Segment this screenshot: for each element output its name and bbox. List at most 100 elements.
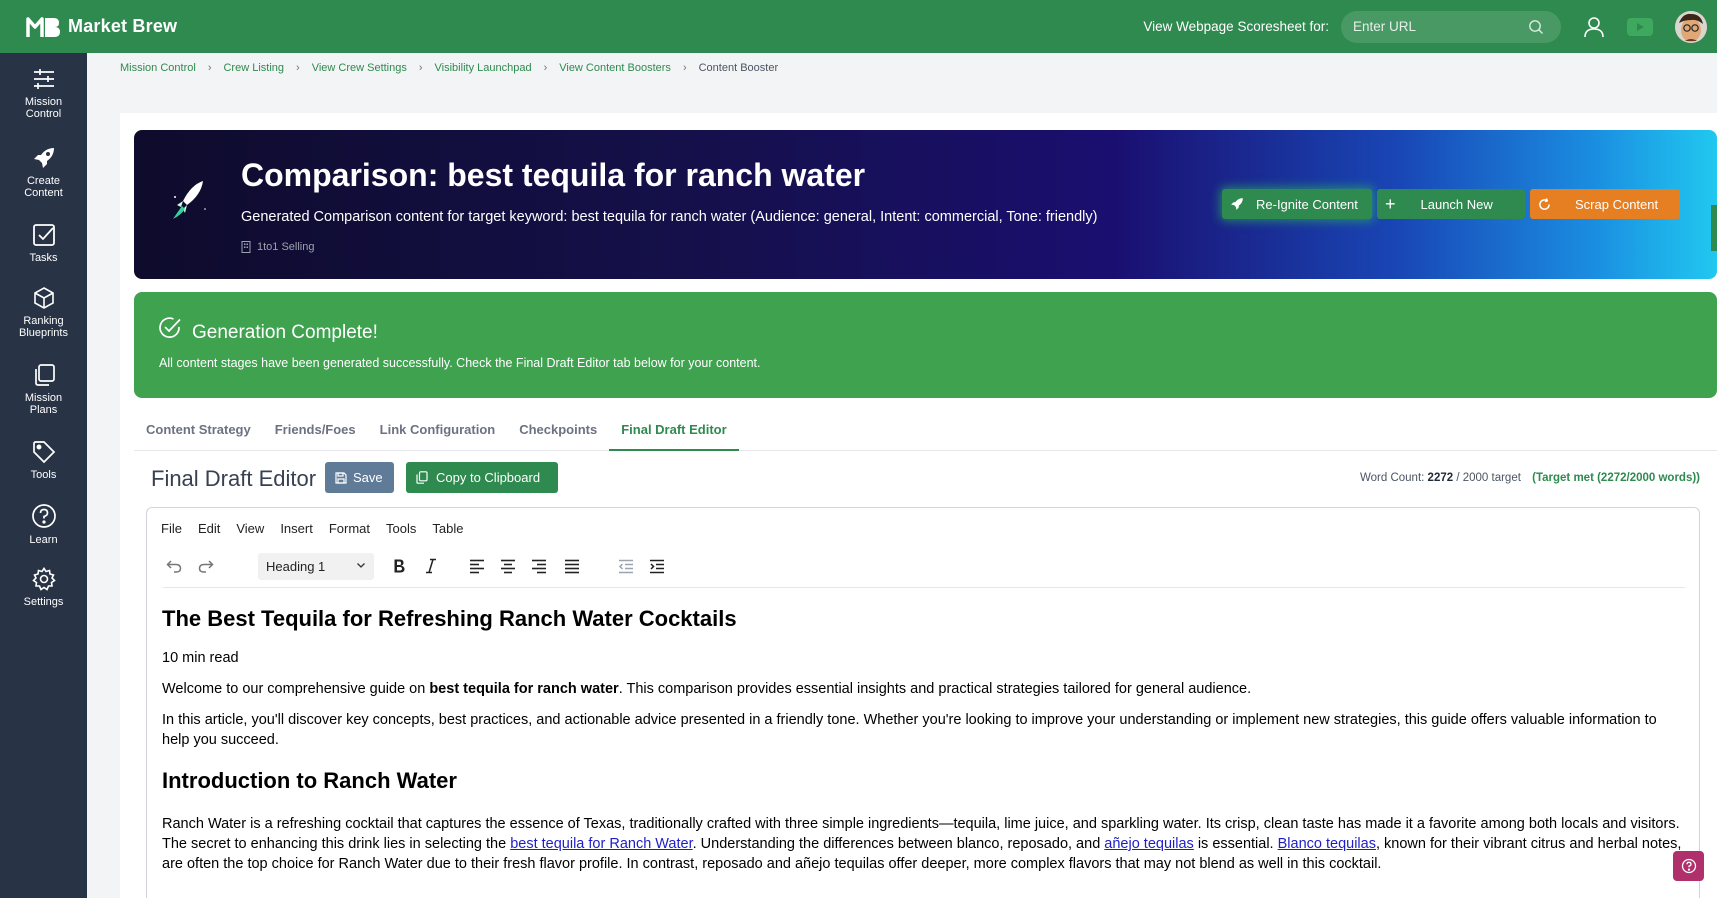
rocket-icon bbox=[173, 181, 206, 219]
breadcrumb-current: Content Booster bbox=[698, 62, 779, 74]
url-input[interactable] bbox=[1353, 19, 1528, 34]
link-anejo-tequilas[interactable]: añejo tequilas bbox=[1104, 836, 1194, 852]
keyword-bold: best tequila for ranch water bbox=[429, 681, 619, 697]
chevron-down-icon bbox=[357, 563, 365, 568]
paragraph-text: . This comparison provides essential ins… bbox=[618, 681, 1252, 697]
tab-link-configuration[interactable]: Link Configuration bbox=[368, 412, 508, 451]
block-format-value: Heading 1 bbox=[266, 559, 326, 574]
sidebar: Mission Control Create Content Tasks Ran… bbox=[0, 53, 87, 898]
page-title: Comparison: best tequila for ranch water bbox=[241, 157, 866, 193]
indent-icon[interactable] bbox=[649, 558, 665, 574]
sidebar-item-create-content[interactable]: Create Content bbox=[0, 146, 87, 199]
breadcrumb-mission-control[interactable]: Mission Control bbox=[120, 62, 196, 74]
sidebar-item-label: Mission bbox=[24, 96, 63, 108]
align-justify-icon[interactable] bbox=[564, 558, 580, 574]
rich-text-editor: File Edit View Insert Format Tools Table… bbox=[146, 507, 1700, 898]
outdent-icon[interactable] bbox=[618, 558, 634, 574]
align-left-icon[interactable] bbox=[469, 558, 485, 574]
sidebar-item-label: Tools bbox=[30, 469, 57, 481]
tab-final-draft-editor[interactable]: Final Draft Editor bbox=[609, 412, 739, 451]
menu-file[interactable]: File bbox=[161, 521, 182, 536]
url-search-box[interactable] bbox=[1341, 10, 1561, 43]
reignite-content-button[interactable]: Re-Ignite Content bbox=[1222, 189, 1372, 219]
breadcrumb: Mission Control › Crew Listing › View Cr… bbox=[120, 62, 778, 74]
save-label: Save bbox=[353, 470, 383, 485]
copy-to-clipboard-button[interactable]: Copy to Clipboard bbox=[406, 462, 558, 493]
document-body[interactable]: The Best Tequila for Refreshing Ranch Wa… bbox=[162, 606, 1682, 885]
building-icon bbox=[241, 241, 251, 253]
sidebar-item-label: Ranking bbox=[23, 315, 64, 327]
redo-icon[interactable] bbox=[198, 558, 214, 574]
organization-name: 1to1 Selling bbox=[257, 241, 315, 253]
align-center-icon[interactable] bbox=[500, 558, 516, 574]
checkbox-icon bbox=[32, 224, 55, 246]
hero-banner: Comparison: best tequila for ranch water… bbox=[134, 130, 1717, 279]
chevron-right-icon: › bbox=[543, 62, 548, 74]
block-format-select[interactable]: Heading 1 bbox=[258, 553, 374, 580]
menu-table[interactable]: Table bbox=[432, 521, 463, 536]
launch-new-button[interactable]: + Launch New bbox=[1377, 189, 1525, 219]
align-right-icon[interactable] bbox=[531, 558, 547, 574]
check-circle-icon bbox=[159, 317, 181, 338]
breadcrumb-view-content-boosters[interactable]: View Content Boosters bbox=[559, 62, 671, 74]
chevron-right-icon: › bbox=[207, 62, 212, 74]
organization-label: 1to1 Selling bbox=[241, 241, 315, 253]
link-best-tequila[interactable]: best tequila for Ranch Water bbox=[510, 836, 692, 852]
breadcrumb-visibility-launchpad[interactable]: Visibility Launchpad bbox=[435, 62, 532, 74]
avatar[interactable] bbox=[1675, 10, 1707, 43]
breadcrumb-crew-listing[interactable]: Crew Listing bbox=[223, 62, 284, 74]
youtube-icon[interactable] bbox=[1627, 17, 1653, 36]
tab-friends-foes[interactable]: Friends/Foes bbox=[263, 412, 368, 451]
undo-icon[interactable] bbox=[166, 558, 182, 574]
app-logo[interactable]: Market Brew bbox=[26, 15, 177, 39]
sidebar-item-tools[interactable]: Tools bbox=[0, 440, 87, 481]
search-icon[interactable] bbox=[1528, 19, 1544, 35]
bold-icon[interactable] bbox=[392, 558, 406, 574]
sidebar-item-learn[interactable]: Learn bbox=[0, 503, 87, 546]
sidebar-item-label: Tasks bbox=[29, 252, 58, 264]
side-tab[interactable] bbox=[1711, 205, 1717, 251]
italic-icon[interactable] bbox=[425, 558, 437, 574]
document-paragraph: Welcome to our comprehensive guide on be… bbox=[162, 679, 1682, 699]
help-button[interactable] bbox=[1673, 851, 1704, 881]
refresh-icon bbox=[1539, 197, 1550, 210]
top-bar: Market Brew View Webpage Scoresheet for: bbox=[0, 0, 1717, 53]
plus-icon: + bbox=[1385, 194, 1396, 214]
scrap-content-button[interactable]: Scrap Content bbox=[1530, 189, 1680, 219]
rocket-icon bbox=[33, 148, 54, 168]
editor-title: Final Draft Editor bbox=[151, 466, 317, 491]
sidebar-item-mission-plans[interactable]: Mission Plans bbox=[0, 363, 87, 416]
tab-content-strategy[interactable]: Content Strategy bbox=[134, 412, 263, 451]
sidebar-item-label: Control bbox=[25, 108, 62, 120]
sidebar-item-tasks[interactable]: Tasks bbox=[0, 223, 87, 264]
copy-icon bbox=[34, 364, 55, 386]
sidebar-item-label: Mission bbox=[24, 392, 63, 404]
clipboard-icon bbox=[416, 471, 428, 484]
menu-format[interactable]: Format bbox=[329, 521, 370, 536]
app-name: Market Brew bbox=[68, 16, 178, 36]
sidebar-item-label: Blueprints bbox=[19, 327, 68, 339]
sidebar-item-settings[interactable]: Settings bbox=[0, 567, 87, 608]
tab-checkpoints[interactable]: Checkpoints bbox=[507, 412, 609, 451]
menu-tools[interactable]: Tools bbox=[386, 521, 416, 536]
menu-edit[interactable]: Edit bbox=[198, 521, 220, 536]
sidebar-item-label: Learn bbox=[29, 534, 58, 546]
sidebar-item-ranking-blueprints[interactable]: Ranking Blueprints bbox=[0, 286, 87, 339]
word-count-label: Word Count: bbox=[1359, 472, 1425, 484]
breadcrumb-view-crew-settings[interactable]: View Crew Settings bbox=[312, 62, 407, 74]
target-met-status: (Target met (2272/2000 words)) bbox=[1532, 472, 1700, 484]
scoresheet-label: View Webpage Scoresheet for: bbox=[1143, 19, 1329, 34]
sidebar-item-label: Settings bbox=[23, 596, 64, 608]
document-paragraph: Ranch Water is a refreshing cocktail tha… bbox=[162, 814, 1682, 874]
help-circle-icon bbox=[31, 504, 56, 528]
menu-view[interactable]: View bbox=[236, 521, 264, 536]
save-button[interactable]: Save bbox=[325, 462, 394, 493]
document-heading-1: The Best Tequila for Refreshing Ranch Wa… bbox=[162, 606, 737, 631]
sidebar-item-mission-control[interactable]: Mission Control bbox=[0, 67, 87, 120]
tab-bar: Content Strategy Friends/Foes Link Confi… bbox=[134, 412, 1717, 451]
link-blanco-tequilas[interactable]: Blanco tequilas bbox=[1278, 836, 1376, 852]
user-icon[interactable] bbox=[1583, 16, 1605, 38]
word-count-target: / 2000 target bbox=[1456, 472, 1521, 484]
menu-insert[interactable]: Insert bbox=[280, 521, 313, 536]
paragraph-text: Welcome to our comprehensive guide on bbox=[162, 681, 430, 697]
